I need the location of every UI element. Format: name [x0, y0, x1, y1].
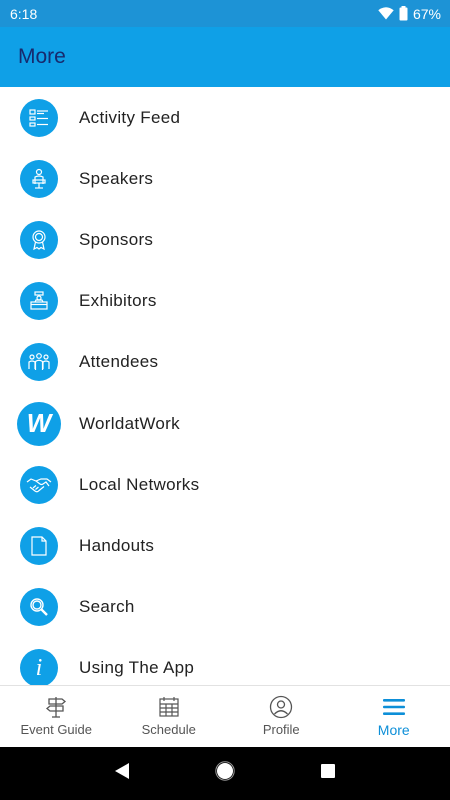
award-ribbon-icon — [20, 220, 58, 259]
signpost-icon — [44, 695, 68, 722]
home-icon[interactable] — [215, 761, 235, 786]
status-time: 6:18 — [10, 5, 38, 22]
tab-more[interactable]: More — [338, 686, 450, 747]
tab-label: Event Guide — [20, 722, 93, 737]
menu-item-search[interactable]: Search — [0, 577, 450, 638]
menu-item-label: Attendees — [79, 352, 159, 372]
menu-item-label: Sponsors — [79, 229, 154, 249]
profile-icon — [269, 695, 293, 722]
speaker-icon — [20, 159, 58, 198]
tab-profile[interactable]: Profile — [225, 686, 338, 747]
battery-icon — [399, 6, 408, 21]
people-icon — [20, 343, 58, 382]
menu-item-worldatwork[interactable]: W WorldatWork — [0, 393, 450, 454]
handshake-icon — [20, 465, 58, 504]
menu-item-handouts[interactable]: Handouts — [0, 515, 450, 576]
menu-item-sponsors[interactable]: Sponsors — [0, 209, 450, 270]
tab-label: Schedule — [141, 722, 196, 737]
magnifier-icon — [20, 588, 58, 627]
menu-item-label: WorldatWork — [79, 413, 180, 433]
menu-item-using-the-app[interactable]: i Using The App — [0, 638, 450, 685]
info-glyph: i — [35, 654, 43, 681]
booth-icon — [20, 282, 58, 321]
menu-item-label: Using The App — [79, 658, 195, 678]
menu-item-label: Exhibitors — [79, 291, 157, 311]
battery-level: 67% — [412, 5, 441, 22]
tab-event-guide[interactable]: Event Guide — [0, 686, 113, 747]
system-nav-bar — [0, 747, 450, 800]
more-menu-list[interactable]: Activity Feed Speakers Sponsors Exhibito… — [0, 87, 450, 685]
worldatwork-logo: W — [17, 401, 61, 446]
wifi-icon — [378, 7, 394, 20]
menu-item-activity-feed[interactable]: Activity Feed — [0, 87, 450, 148]
menu-item-local-networks[interactable]: Local Networks — [0, 454, 450, 515]
menu-item-exhibitors[interactable]: Exhibitors — [0, 271, 450, 332]
calendar-icon — [157, 695, 181, 722]
menu-item-label: Speakers — [79, 168, 154, 188]
tab-schedule[interactable]: Schedule — [113, 686, 226, 747]
document-icon — [20, 526, 58, 565]
menu-item-label: Search — [79, 597, 135, 617]
hamburger-icon — [382, 695, 406, 722]
status-icons: 67% — [378, 6, 441, 22]
worldatwork-logo-letter: W — [26, 408, 52, 439]
menu-item-label: Local Networks — [79, 474, 200, 494]
menu-item-attendees[interactable]: Attendees — [0, 332, 450, 393]
menu-item-label: Activity Feed — [79, 107, 181, 127]
tab-label: More — [377, 722, 410, 738]
menu-item-speakers[interactable]: Speakers — [0, 148, 450, 209]
info-icon: i — [20, 649, 58, 685]
status-bar: 6:18 67% — [0, 0, 450, 27]
tab-label: Profile — [262, 722, 300, 737]
recents-icon[interactable] — [320, 763, 336, 784]
bottom-nav: Event Guide Schedule Profile More — [0, 685, 450, 747]
activity-feed-icon — [20, 98, 58, 137]
menu-item-label: Handouts — [79, 535, 155, 555]
app-bar: More — [0, 27, 450, 87]
back-icon[interactable] — [114, 762, 130, 785]
page-title: More — [18, 45, 66, 68]
